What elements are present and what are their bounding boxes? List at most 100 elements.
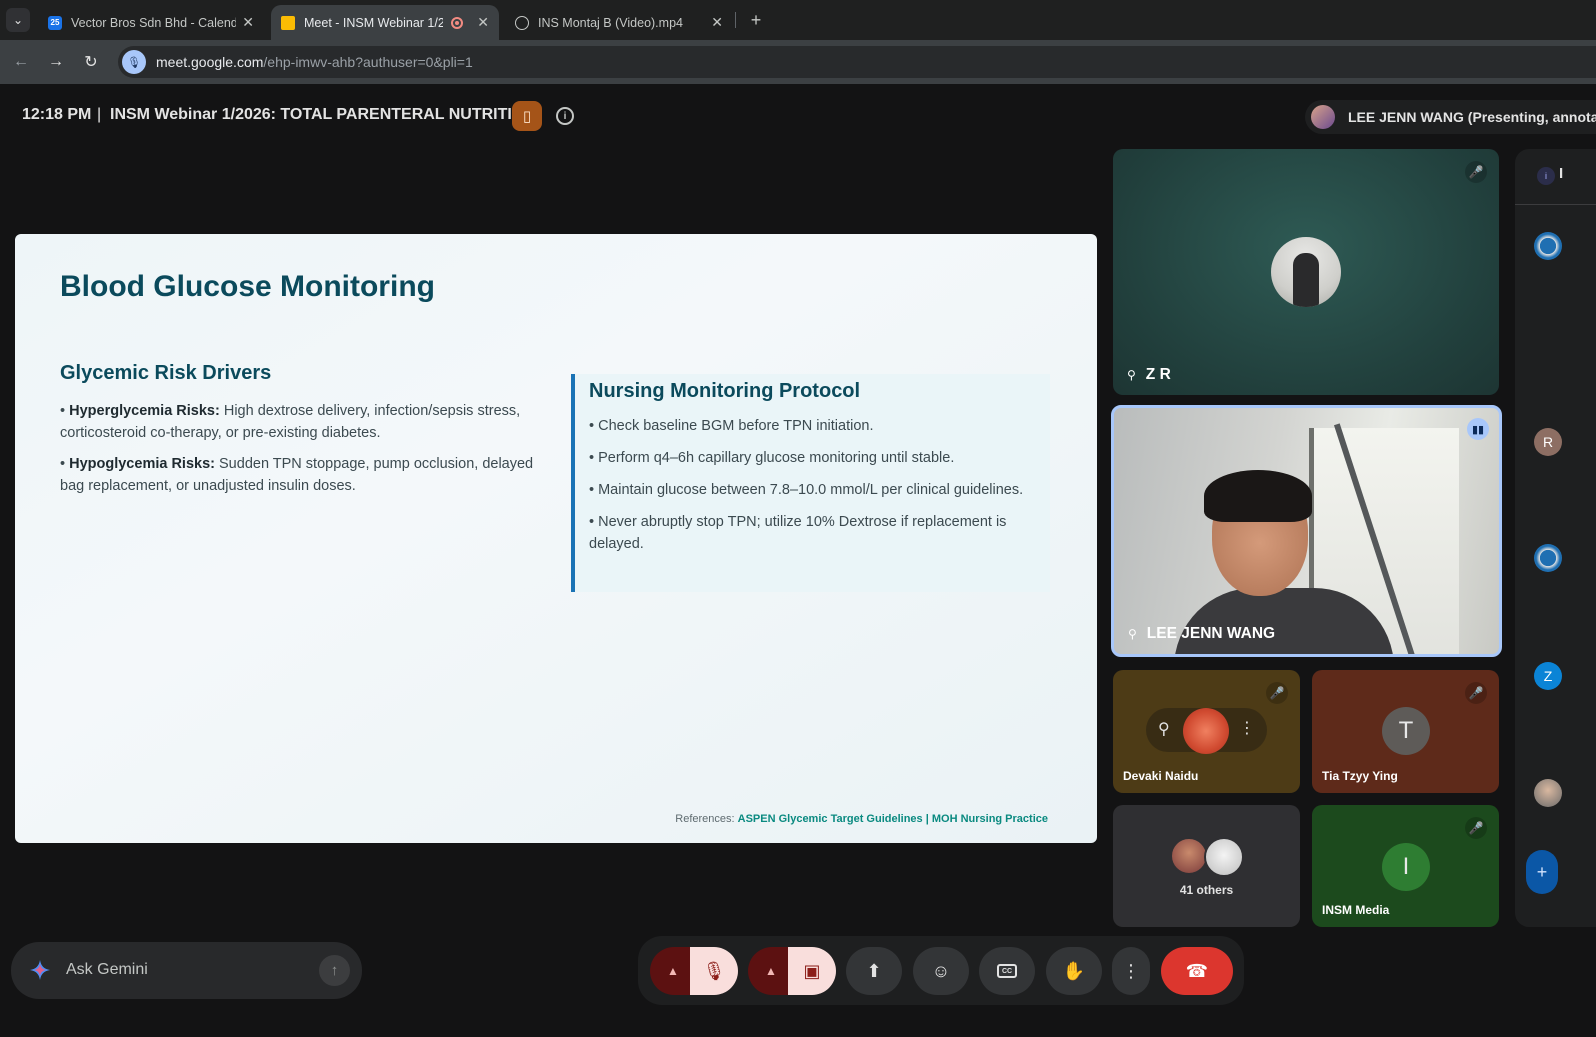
side-panel-header: i I <box>1515 149 1596 205</box>
tab-separator <box>735 12 736 28</box>
captions-icon: CC <box>997 964 1017 978</box>
meeting-info-button[interactable]: i <box>556 107 574 125</box>
more-options-button[interactable]: ⋮ <box>1112 947 1150 995</box>
gemini-star-icon <box>30 960 50 980</box>
close-icon[interactable]: ✕ <box>711 14 723 31</box>
hand-icon: ✋ <box>1062 960 1086 981</box>
close-icon[interactable]: ✕ <box>242 14 254 31</box>
speaking-indicator-icon: ▮▮ <box>1467 418 1489 440</box>
arrow-left-icon: ← <box>13 53 29 70</box>
new-tab-button[interactable]: + <box>744 8 768 32</box>
phone-hangup-icon: ☎ <box>1185 960 1209 981</box>
globe-icon <box>515 15 529 30</box>
participant-tile-tia-tzyy-ying[interactable]: 🎤 T Tia Tzyy Ying <box>1312 670 1499 793</box>
protocol-item: • Maintain glucose between 7.8–10.0 mmol… <box>589 482 1024 498</box>
reactions-button[interactable]: ☺ <box>913 947 969 995</box>
captions-button[interactable]: CC <box>979 947 1035 995</box>
pin-icon[interactable]: ⚲ <box>1158 719 1170 739</box>
presenter-chip[interactable]: LEE JENN WANG (Presenting, annotating) <box>1305 100 1596 134</box>
participant-name: Devaki Naidu <box>1123 769 1199 783</box>
microphone-icon[interactable]: 🎙 <box>122 50 146 74</box>
reload-button[interactable]: ↻ <box>79 50 103 74</box>
present-screen-icon: ⬆ <box>866 960 882 981</box>
avatar <box>1183 708 1229 754</box>
plus-icon: + <box>750 9 762 30</box>
participant-tile-zr[interactable]: 🎤 ⚲ Z R <box>1113 149 1499 395</box>
info-icon: i <box>563 110 567 122</box>
avatar: T <box>1382 707 1430 755</box>
participant-name: ⚲ Z R <box>1127 366 1171 383</box>
tab-title: Vector Bros Sdn Bhd - Calendar <box>71 15 237 30</box>
header-divider: | <box>97 106 102 123</box>
present-screen-button[interactable]: ⬆ <box>846 947 902 995</box>
emoji-icon: ☺ <box>931 960 951 981</box>
tab-calendar[interactable]: 25 Vector Bros Sdn Bhd - Calendar ✕ <box>38 5 264 40</box>
address-bar: ← → ↻ 🎙 meet.google.com/ehp-imwv-ahb?aut… <box>0 40 1596 84</box>
participant-tile-others[interactable]: 41 others <box>1113 805 1300 927</box>
browser-tab-bar: ⌄ 25 Vector Bros Sdn Bhd - Calendar ✕ Me… <box>0 0 1596 40</box>
slide-title: Blood Glucose Monitoring <box>60 270 435 303</box>
avatar <box>1311 105 1335 129</box>
participant-name: INSM Media <box>1322 903 1390 917</box>
presentation-slide: Blood Glucose Monitoring Glycemic Risk D… <box>15 234 1097 843</box>
more-vert-icon: ⋮ <box>1122 960 1140 981</box>
omnibox[interactable]: 🎙 meet.google.com/ehp-imwv-ahb?authuser=… <box>118 46 1596 78</box>
gemini-send-button[interactable]: ↑ <box>319 955 350 986</box>
host-controls-button[interactable]: ▯ <box>512 101 542 131</box>
risk-item: • Hyperglycemia Risks: High dextrose del… <box>60 403 521 441</box>
camera-toggle-button[interactable]: ▣ <box>788 947 836 995</box>
avatar: I <box>1382 843 1430 891</box>
avatar[interactable] <box>1534 779 1562 807</box>
slide-references: References: ASPEN Glycemic Target Guidel… <box>675 813 1048 825</box>
avatar[interactable] <box>1534 232 1562 260</box>
side-panel: i I R Z + <box>1515 149 1596 927</box>
mic-off-icon: 🎤 <box>1465 682 1487 704</box>
back-button[interactable]: ← <box>9 50 33 74</box>
add-people-button[interactable]: + <box>1526 850 1558 894</box>
tab-title: Meet - INSM Webinar 1/2026 <box>304 15 444 30</box>
meeting-time: 12:18 PM <box>22 106 92 123</box>
presenter-status: LEE JENN WANG (Presenting, annotating) <box>1348 109 1596 125</box>
risk-drivers-heading: Glycemic Risk Drivers <box>60 362 272 384</box>
plus-icon: + <box>1536 861 1548 882</box>
raise-hand-button[interactable]: ✋ <box>1046 947 1102 995</box>
pin-icon: ⚲ <box>1127 368 1136 382</box>
avatar[interactable] <box>1534 544 1562 572</box>
meeting-title: INSM Webinar 1/2026: TOTAL PARENTERAL NU… <box>110 106 526 123</box>
protocol-item: • Perform q4–6h capillary glucose monito… <box>589 450 955 466</box>
participant-tile-insm-media[interactable]: 🎤 I INSM Media <box>1312 805 1499 927</box>
end-call-button[interactable]: ☎ <box>1161 947 1233 995</box>
monitoring-protocol-box: Nursing Monitoring Protocol • Check base… <box>571 374 1050 592</box>
risk-item: • Hypoglycemia Risks: Sudden TPN stoppag… <box>60 456 534 494</box>
mic-off-icon: 🎤 <box>1465 817 1487 839</box>
close-icon[interactable]: ✕ <box>477 14 489 31</box>
microphone-toggle-button[interactable]: 🎙 <box>690 947 738 995</box>
url-text[interactable]: meet.google.com/ehp-imwv-ahb?authuser=0&… <box>156 54 473 70</box>
chevron-up-icon: ▲ <box>667 964 679 978</box>
avatar <box>1170 837 1208 875</box>
tab-video[interactable]: INS Montaj B (Video).mp4 ✕ <box>505 5 733 40</box>
ask-gemini-box[interactable]: Ask Gemini ↑ <box>11 942 362 999</box>
panel-title-truncated: I <box>1559 165 1564 182</box>
avatar[interactable]: Z <box>1534 662 1562 690</box>
more-options-icon[interactable]: ⋮ <box>1239 718 1255 738</box>
tab-search-button[interactable]: ⌄ <box>6 8 30 32</box>
forward-button[interactable]: → <box>44 50 68 74</box>
participant-tile-devaki-naidu[interactable]: 🎤 ⚲ ⋮ Devaki Naidu <box>1113 670 1300 793</box>
protocol-heading: Nursing Monitoring Protocol <box>589 380 861 402</box>
camera-off-icon: ▣ <box>803 960 821 981</box>
calendar-icon: 25 <box>48 15 62 30</box>
protocol-item: • Check baseline BGM before TPN initiati… <box>589 418 874 434</box>
others-avatars <box>1170 837 1246 877</box>
meet-icon <box>281 15 295 30</box>
participant-tile-lee-jenn-wang[interactable]: ▮▮ ⚲ LEE JENN WANG <box>1111 405 1502 657</box>
chevron-down-icon: ⌄ <box>12 13 24 27</box>
recording-icon <box>451 16 464 29</box>
tab-meet[interactable]: Meet - INSM Webinar 1/2026 ✕ <box>271 5 499 40</box>
arrow-right-icon: → <box>48 53 64 70</box>
call-controls-bar: ▲ 🎙 ▲ ▣ ⬆ ☺ CC ✋ ⋮ ☎ <box>638 936 1244 1005</box>
tab-title: INS Montaj B (Video).mp4 <box>538 15 683 30</box>
avatar[interactable]: R <box>1534 428 1562 456</box>
arrow-up-icon: ↑ <box>330 962 339 979</box>
risk-drivers-section: Glycemic Risk Drivers • Hyperglycemia Ri… <box>60 362 550 507</box>
